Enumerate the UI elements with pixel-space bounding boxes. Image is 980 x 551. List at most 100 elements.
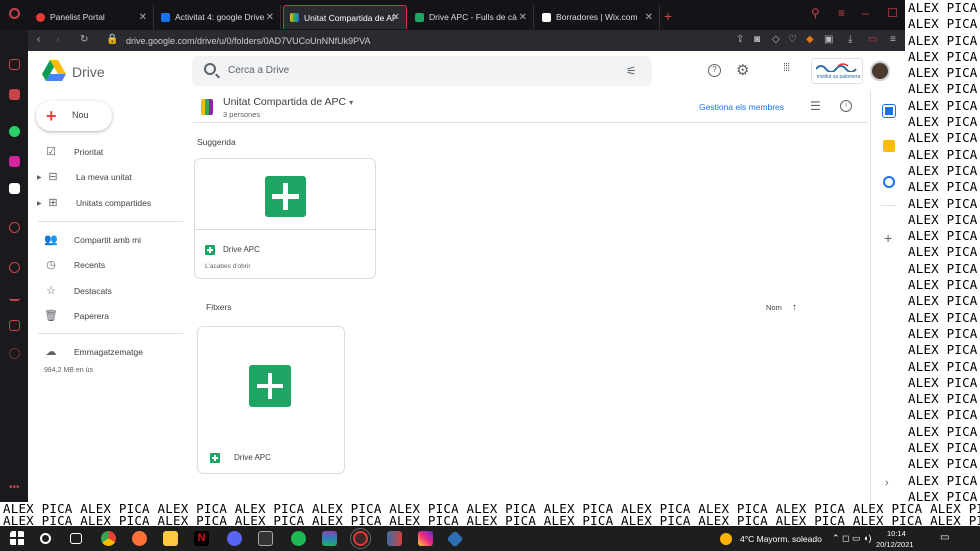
tab-wix[interactable]: Borradores | Wix.com ✕ xyxy=(536,5,660,29)
filter-options-icon[interactable]: ⚟ xyxy=(626,64,637,78)
netflix-icon[interactable]: N xyxy=(194,531,209,546)
overlay-line: ALEX PICA xyxy=(908,81,978,97)
twitch-icon[interactable] xyxy=(9,89,20,100)
tab-panelist-portal[interactable]: Panelist Portal ✕ xyxy=(30,5,154,29)
nav-storage[interactable]: ☁ Emmagatzematge xyxy=(44,345,143,359)
windows-start-icon[interactable] xyxy=(10,531,25,546)
nav-my-drive[interactable]: ▶ ⊟ La meva unitat xyxy=(37,170,132,184)
player-icon[interactable] xyxy=(9,222,20,233)
caret-right-icon[interactable]: ▶ xyxy=(37,174,43,181)
search-tabs-icon[interactable]: ⚲ xyxy=(811,6,820,20)
file-card[interactable]: Drive APC xyxy=(197,326,345,474)
notifications-icon[interactable]: ▭ xyxy=(940,532,949,543)
cube-icon[interactable] xyxy=(9,320,20,331)
sort-name-button[interactable]: Nom ↑ xyxy=(766,302,797,313)
firefox-icon[interactable] xyxy=(132,531,147,546)
folder-title[interactable]: Unitat Compartida de APC ▾ xyxy=(223,96,353,108)
whatsapp-icon[interactable] xyxy=(9,126,20,137)
chevron-down-icon[interactable]: ▾ xyxy=(349,98,353,107)
app-icon[interactable] xyxy=(387,531,402,546)
overlay-line: ALEX PICA xyxy=(908,374,978,390)
maximize-icon[interactable]: ☐ xyxy=(887,6,898,20)
search-icon[interactable] xyxy=(204,63,216,75)
tab-drive-apc-sheets[interactable]: Drive APC - Fulls de càlcul ✕ xyxy=(409,5,534,29)
suggested-file-card[interactable]: Drive APC L'acabes d'obrir xyxy=(194,158,376,279)
nav-trash[interactable]: 🗑 Paperera xyxy=(44,309,109,323)
tray-icons[interactable]: ⌃ ◻ ▭ ◖) xyxy=(832,533,871,544)
more-icon[interactable]: ••• xyxy=(9,482,20,493)
address-bar[interactable]: ‹ › ↻ 🔒 drive.google.com/drive/u/0/folde… xyxy=(28,30,905,51)
discord-icon[interactable] xyxy=(227,531,242,546)
calendar-icon[interactable] xyxy=(882,104,896,118)
school-logo[interactable]: institut sa palomera xyxy=(811,58,863,84)
minimize-icon[interactable]: – xyxy=(862,6,869,20)
add-addon-icon[interactable]: + xyxy=(884,230,892,246)
easy-setup-icon[interactable]: ≡ xyxy=(890,34,896,45)
camera-icon[interactable]: ◙ xyxy=(754,34,760,45)
arrow-up-icon[interactable]: ↑ xyxy=(792,302,797,313)
weather-text[interactable]: 4°C Mayorm. soleado xyxy=(740,534,822,544)
discord-icon[interactable] xyxy=(9,183,20,194)
gear-icon[interactable]: ⚙ xyxy=(736,61,749,79)
chrome-icon[interactable] xyxy=(101,531,116,546)
instagram-icon[interactable] xyxy=(418,531,433,546)
search-input[interactable]: Cerca a Drive xyxy=(228,65,289,76)
downloads-icon[interactable] xyxy=(9,290,20,301)
gamepad-icon[interactable] xyxy=(9,59,20,70)
spotify-icon[interactable] xyxy=(291,531,306,546)
nav-priority[interactable]: ☑ Prioritat xyxy=(44,145,103,159)
list-view-icon[interactable]: ☰ xyxy=(810,99,821,113)
nav-recent[interactable]: ◷ Recents xyxy=(44,258,105,272)
tasks-icon[interactable] xyxy=(883,176,895,188)
extensions-icon[interactable]: ▣ xyxy=(824,34,833,45)
apps-grid-icon[interactable]: ⁞⁞⁞ xyxy=(783,62,790,74)
info-icon[interactable]: i xyxy=(840,100,852,112)
new-tab-plus-icon[interactable]: + xyxy=(664,8,672,24)
sort-label: Nom xyxy=(766,303,782,312)
avatar[interactable] xyxy=(870,61,890,81)
clock-time[interactable]: 10:14 xyxy=(887,529,906,538)
close-icon[interactable]: ✕ xyxy=(392,12,400,23)
search-icon[interactable] xyxy=(40,533,51,544)
app-icon[interactable] xyxy=(446,530,464,548)
metamask-icon[interactable]: ◆ xyxy=(806,34,814,45)
close-icon[interactable]: ✕ xyxy=(519,12,527,23)
new-button[interactable]: + Nou xyxy=(36,101,112,131)
keep-icon[interactable] xyxy=(883,140,895,152)
tab-unitat-compartida[interactable]: Unitat Compartida de APC ✕ xyxy=(283,5,407,29)
heart-icon[interactable]: ♡ xyxy=(788,34,797,45)
tab-activitat[interactable]: Activitat 4: google Drive ✕ xyxy=(155,5,281,29)
caret-right-icon[interactable]: ▶ xyxy=(37,200,43,207)
menu-icon[interactable]: ≡ xyxy=(838,6,845,20)
share-icon[interactable]: ⇪ xyxy=(736,34,744,45)
instagram-icon[interactable] xyxy=(9,156,20,167)
winrar-icon[interactable] xyxy=(322,531,337,546)
search-bar[interactable]: Cerca a Drive ⚟ xyxy=(192,56,652,86)
tab-label: Drive APC - Fulls de càlcul xyxy=(429,12,517,22)
shield-icon[interactable]: ◇ xyxy=(772,34,780,45)
overlay-line: ALEX PICA xyxy=(908,358,978,374)
close-icon[interactable]: ✕ xyxy=(139,12,147,23)
download-icon[interactable]: ⤓ xyxy=(848,34,852,45)
clock-date[interactable]: 20/12/2021 xyxy=(876,540,914,549)
close-icon[interactable]: ✕ xyxy=(266,12,274,23)
opera-taskbar-icon[interactable] xyxy=(350,528,371,549)
opera-logo-icon[interactable] xyxy=(9,8,20,19)
help-icon[interactable]: ? xyxy=(708,64,721,77)
nav-starred[interactable]: ☆ Destacats xyxy=(44,284,112,298)
task-view-icon[interactable] xyxy=(70,533,82,544)
url-text[interactable]: drive.google.com/drive/u/0/folders/0AD7V… xyxy=(126,36,370,46)
settings-icon[interactable] xyxy=(9,348,20,359)
files-icon[interactable] xyxy=(163,531,178,546)
manage-members-button[interactable]: Gestiona els membres xyxy=(699,102,784,112)
nav-shared-with-me[interactable]: 👥 Compartit amb mi xyxy=(44,233,141,247)
back-icon[interactable]: ‹ xyxy=(37,34,40,45)
close-icon[interactable]: ✕ xyxy=(645,12,653,23)
nav-shared-drives[interactable]: ▶ ⊞ Unitats compartides xyxy=(37,196,151,210)
clock-icon: ◷ xyxy=(46,259,56,271)
history-icon[interactable] xyxy=(9,262,20,273)
forward-icon[interactable]: › xyxy=(56,34,59,45)
reload-icon[interactable]: ↻ xyxy=(80,34,88,45)
epic-games-icon[interactable] xyxy=(258,531,273,546)
chevron-right-icon[interactable]: › xyxy=(885,477,889,489)
